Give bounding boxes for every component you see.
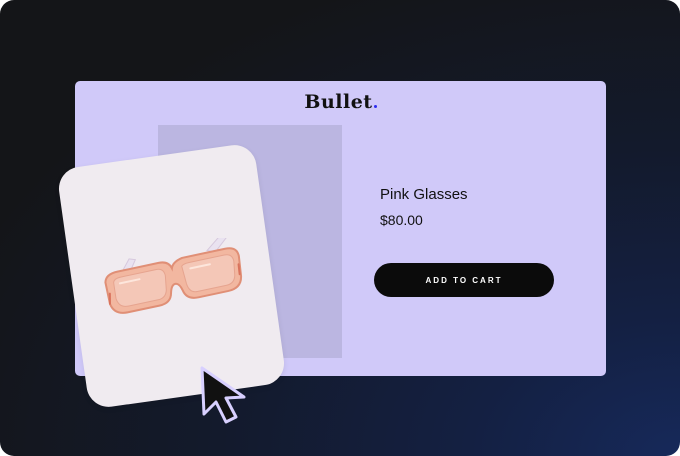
brand-logo-text: Bullet <box>304 91 373 113</box>
illustration-frame: Bullet Pink Glasses $80.00 ADD TO CART <box>0 0 680 456</box>
add-to-cart-button[interactable]: ADD TO CART <box>374 263 554 297</box>
brand-logo[interactable]: Bullet <box>75 91 606 113</box>
product-price: $80.00 <box>380 212 423 228</box>
cursor-arrow-icon <box>200 366 246 424</box>
product-name: Pink Glasses <box>380 186 468 203</box>
brand-logo-dot <box>373 105 377 108</box>
sunglasses-icon <box>104 238 243 314</box>
